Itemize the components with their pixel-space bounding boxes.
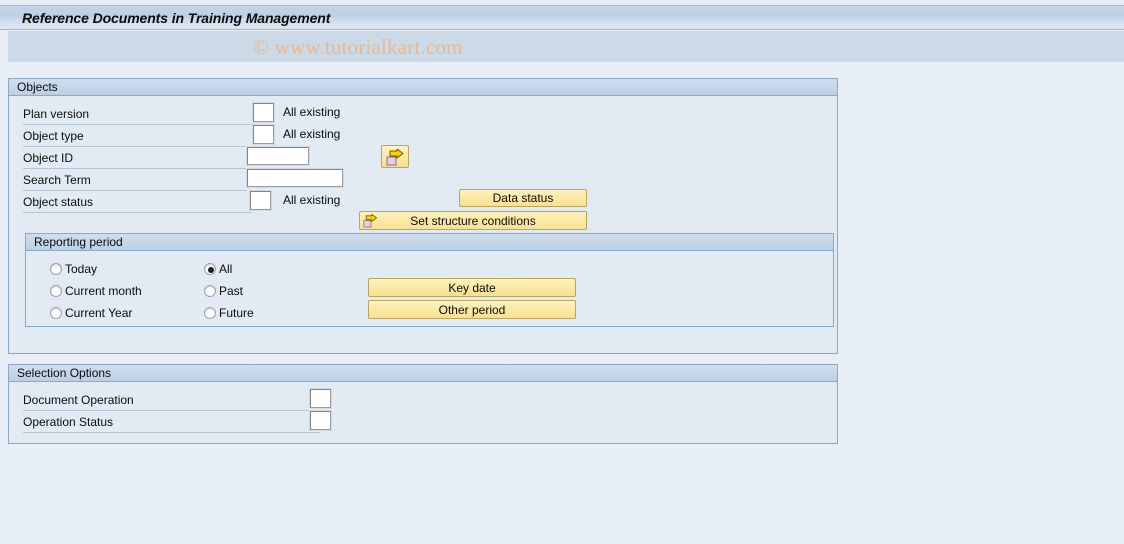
row-divider — [23, 146, 255, 147]
key-date-button-label: Key date — [448, 280, 496, 295]
watermark-text: © www.tutorialkart.com — [253, 35, 463, 59]
operation-status-input[interactable] — [309, 410, 332, 431]
object-id-input[interactable] — [246, 146, 310, 166]
radio-circle-icon — [204, 263, 216, 275]
reporting-period-group-header: Reporting period — [26, 234, 833, 251]
set-structure-conditions-button[interactable]: Set structure conditions — [359, 211, 587, 230]
radio-selected-dot-icon — [208, 267, 214, 273]
other-period-button[interactable]: Other period — [368, 300, 576, 319]
plan-version-suffix: All existing — [283, 105, 341, 119]
object-type-label: Object type — [23, 129, 84, 143]
objects-group-title: Objects — [17, 80, 58, 94]
object-id-value-help-button[interactable] — [381, 145, 409, 168]
search-term-input[interactable] — [246, 168, 344, 188]
row-divider — [23, 432, 320, 433]
data-status-button-label: Data status — [492, 191, 554, 205]
document-operation-input[interactable] — [309, 388, 332, 409]
selection-options-group-header: Selection Options — [9, 365, 837, 382]
window-title-bar: Reference Documents in Training Manageme… — [0, 5, 1124, 30]
form-row-document-operation: Document Operation — [23, 390, 320, 411]
other-period-button-label: Other period — [438, 302, 506, 317]
form-row-object-id: Object ID — [23, 148, 247, 169]
radio-past-label: Past — [219, 284, 244, 298]
radio-today-label: Today — [65, 262, 98, 276]
selection-options-group-box: Selection Options Document Operation Ope… — [8, 364, 838, 444]
object-type-suffix: All existing — [283, 127, 341, 141]
set-structure-conditions-label: Set structure conditions — [410, 213, 536, 228]
form-row-operation-status: Operation Status — [23, 412, 320, 433]
row-divider — [23, 212, 252, 213]
form-row-plan-version: Plan version — [23, 104, 255, 125]
row-divider — [23, 168, 247, 169]
radio-circle-icon — [50, 285, 62, 297]
plan-version-label: Plan version — [23, 107, 90, 121]
radio-circle-icon — [204, 307, 216, 319]
form-row-object-type: Object type — [23, 126, 255, 147]
operation-status-label: Operation Status — [23, 415, 114, 429]
row-divider — [23, 410, 320, 411]
radio-circle-icon — [50, 263, 62, 275]
objects-group-header: Objects — [9, 79, 837, 96]
object-type-input[interactable] — [252, 124, 275, 145]
form-row-search-term: Search Term — [23, 170, 247, 191]
row-divider — [23, 124, 255, 125]
object-status-input[interactable] — [249, 190, 272, 211]
plan-version-input[interactable] — [252, 102, 275, 123]
selection-options-group-title: Selection Options — [17, 366, 112, 380]
object-id-label: Object ID — [23, 151, 74, 165]
reporting-period-group-title: Reporting period — [34, 235, 123, 249]
row-divider — [23, 190, 247, 191]
radio-future-label: Future — [219, 306, 254, 320]
arrow-right-icon — [386, 149, 404, 166]
radio-all-label: All — [219, 262, 233, 276]
form-row-object-status: Object status — [23, 192, 252, 213]
document-operation-label: Document Operation — [23, 393, 134, 407]
radio-current-month-label: Current month — [65, 284, 142, 298]
key-date-button[interactable]: Key date — [368, 278, 576, 297]
radio-current-year-label: Current Year — [65, 306, 133, 320]
radio-circle-icon — [204, 285, 216, 297]
radio-circle-icon — [50, 307, 62, 319]
object-status-suffix: All existing — [283, 193, 341, 207]
object-status-label: Object status — [23, 195, 94, 209]
data-status-button[interactable]: Data status — [459, 189, 587, 207]
watermark-strip: © www.tutorialkart.com — [8, 31, 1124, 62]
objects-group-box: Objects Plan version All existing Object… — [8, 78, 838, 354]
reporting-period-group-box: Reporting period Today Current month Cur… — [25, 233, 834, 327]
page-title: Reference Documents in Training Manageme… — [22, 10, 331, 26]
search-term-label: Search Term — [23, 173, 91, 187]
